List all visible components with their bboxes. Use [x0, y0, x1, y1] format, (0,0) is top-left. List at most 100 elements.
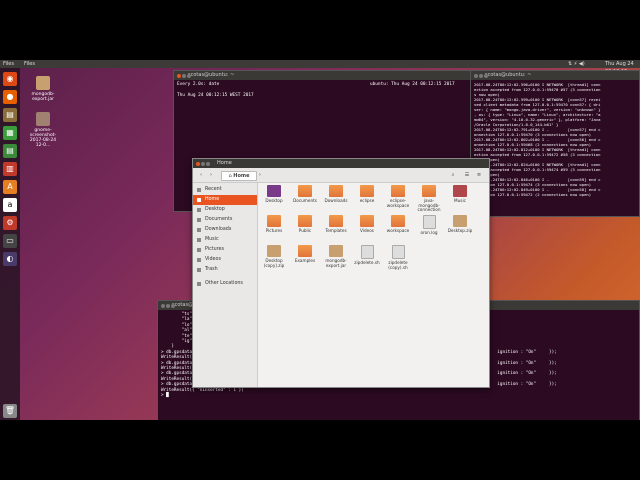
file-label: Videos [360, 228, 374, 233]
window-title: scotas@ubuntu: ~ [485, 72, 532, 78]
file-label: Documents [293, 198, 317, 203]
file-item[interactable]: Music [445, 185, 475, 204]
minimize-icon[interactable] [479, 74, 483, 78]
minimize-icon[interactable] [182, 74, 186, 78]
file-item[interactable]: java-mongodb-connection [414, 185, 444, 213]
sidebar-item-downloads[interactable]: Downloads [193, 225, 257, 235]
settings-icon[interactable]: ⚙ [3, 216, 17, 230]
terminal-icon[interactable]: ▭ [3, 234, 17, 248]
impress-icon[interactable]: ▥ [3, 162, 17, 176]
file-icon [422, 215, 436, 229]
close-icon[interactable] [474, 74, 478, 78]
path-forward-icon[interactable]: › [257, 171, 263, 179]
calc-icon[interactable]: ▦ [3, 126, 17, 140]
folder-icon [298, 215, 312, 227]
folder-icon [329, 215, 343, 227]
music-icon [197, 238, 201, 242]
file-item[interactable]: zipdelete (copy).sh [383, 245, 413, 270]
maximize-icon[interactable] [171, 304, 175, 308]
close-icon[interactable] [196, 162, 200, 166]
indicator-icons[interactable]: ⇅ ⚡ ◀) [568, 60, 585, 68]
activities-label[interactable]: Files [3, 60, 14, 68]
terminal-watch-titlebar[interactable]: scotas@ubuntu: ~ [174, 71, 470, 80]
file-item[interactable]: workspace [383, 215, 413, 234]
file-label: workspace [386, 228, 410, 233]
sidebar-item-home[interactable]: Home [193, 195, 257, 205]
maximize-icon[interactable] [187, 74, 191, 78]
file-item[interactable]: Videos [352, 215, 382, 234]
eclipse-icon[interactable]: ◐ [3, 252, 17, 266]
terminal-log-titlebar[interactable]: scotas@ubuntu: ~ [471, 71, 639, 80]
file-item[interactable]: Desktop [259, 185, 289, 204]
folder-icon [298, 185, 312, 197]
desktop-file-screenshot[interactable]: gnome-screenshot-2017-08-24 12-0... [28, 112, 58, 148]
menu-icon[interactable]: ≡ [475, 171, 483, 179]
files-icon[interactable]: ▤ [3, 108, 17, 122]
file-item[interactable]: Desktop.zip [445, 215, 475, 234]
file-manager-window[interactable]: Home ‹ › ⌂ Home › ⌕ ☰ ≡ Recent Home Desk… [192, 158, 490, 388]
trash-icon[interactable]: 🗑 [3, 404, 17, 418]
file-manager-titlebar[interactable]: Home [193, 159, 489, 168]
minimize-icon[interactable] [166, 304, 170, 308]
file-item[interactable]: eclipse-workspace [383, 185, 413, 208]
file-item[interactable]: Examples [290, 245, 320, 264]
file-item[interactable]: eclipse [352, 185, 382, 204]
plus-icon [197, 282, 201, 286]
document-icon [197, 218, 201, 222]
desktop-file-mongodb-export[interactable]: mongodb-export.jar [28, 76, 58, 102]
sidebar-item-recent[interactable]: Recent [193, 185, 257, 195]
software-icon[interactable]: A [3, 180, 17, 194]
terminal-watch-output[interactable]: Every 2.0s: date ubuntu: Thu Aug 24 00:12… [174, 80, 470, 100]
letterbox-bottom [0, 420, 640, 480]
file-item[interactable]: Pictures [259, 215, 289, 234]
desktop-icon [197, 208, 201, 212]
maximize-icon[interactable] [484, 74, 488, 78]
amazon-icon[interactable]: a [3, 198, 17, 212]
sidebar-item-desktop[interactable]: Desktop [193, 205, 257, 215]
close-icon[interactable] [161, 304, 165, 308]
clock-icon [197, 188, 201, 192]
folder-icon [422, 185, 436, 197]
view-list-icon[interactable]: ☰ [463, 171, 471, 179]
close-icon[interactable] [177, 74, 181, 78]
file-label: Public [298, 228, 312, 233]
file-item[interactable]: Documents [290, 185, 320, 204]
firefox-icon[interactable]: ● [3, 90, 17, 104]
sidebar-item-pictures[interactable]: Pictures [193, 245, 257, 255]
file-label: Desktop (copy).zip [263, 258, 285, 268]
places-sidebar: Recent Home Desktop Documents Downloads … [193, 183, 258, 387]
sidebar-item-documents[interactable]: Documents [193, 215, 257, 225]
file-item[interactable]: Templates [321, 215, 351, 234]
archive-icon [453, 215, 467, 227]
search-icon[interactable]: ⌕ [449, 171, 457, 179]
sidebar-item-music[interactable]: Music [193, 235, 257, 245]
file-icon [391, 245, 405, 259]
file-icon [360, 245, 374, 259]
file-item[interactable]: Desktop (copy).zip [259, 245, 289, 268]
file-item[interactable]: mongodb-export.jar [321, 245, 351, 268]
path-bar-home[interactable]: ⌂ Home [221, 171, 257, 181]
file-label: Desktop [265, 198, 283, 203]
ubuntu-icon[interactable]: ◉ [3, 72, 17, 86]
forward-icon[interactable]: › [207, 171, 215, 179]
app-menu[interactable]: Files [24, 60, 35, 68]
terminal-log-window[interactable]: scotas@ubuntu: ~ 2017-08-24T00:12:02.596… [470, 70, 640, 217]
image-icon [36, 112, 50, 126]
top-panel: Files Files ⇅ ⚡ ◀) Thu Aug 24 00:12:15 [0, 60, 640, 75]
file-label: Desktop.zip [447, 228, 473, 233]
file-item[interactable]: oron.log [414, 215, 444, 236]
maximize-icon[interactable] [206, 162, 210, 166]
folder-icon [391, 215, 405, 227]
sidebar-item-other-locations[interactable]: Other Locations [193, 279, 257, 289]
file-item[interactable]: Public [290, 215, 320, 234]
file-item[interactable]: Downloads [321, 185, 351, 204]
minimize-icon[interactable] [201, 162, 205, 166]
back-icon[interactable]: ‹ [197, 171, 205, 179]
sidebar-item-trash[interactable]: Trash [193, 265, 257, 275]
terminal-log-output[interactable]: 2017-08-24T00:12:02.596+0100 I NETWORK [… [471, 80, 639, 199]
archive-icon [267, 245, 281, 257]
sidebar-item-videos[interactable]: Videos [193, 255, 257, 265]
writer-icon[interactable]: ▤ [3, 144, 17, 158]
home-icon [197, 198, 201, 202]
file-item[interactable]: zipdelete.sh [352, 245, 382, 266]
